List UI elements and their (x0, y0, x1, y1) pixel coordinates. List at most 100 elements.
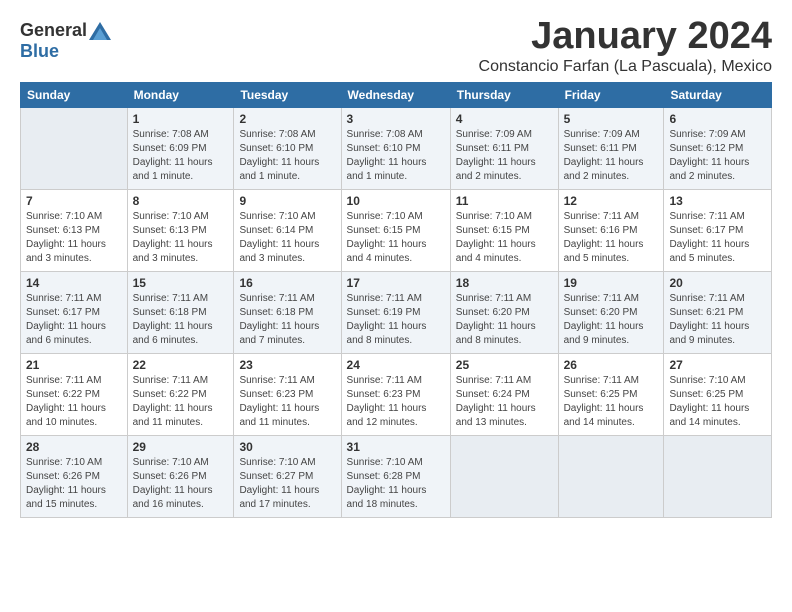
table-cell: 23 Sunrise: 7:11 AMSunset: 6:23 PMDayligh… (234, 353, 341, 435)
table-row: 7 Sunrise: 7:10 AMSunset: 6:13 PMDaylight… (21, 189, 772, 271)
day-info: Sunrise: 7:10 AMSunset: 6:26 PMDaylight:… (26, 456, 122, 512)
day-info: Sunrise: 7:10 AMSunset: 6:28 PMDaylight:… (347, 456, 445, 512)
day-info: Sunrise: 7:11 AMSunset: 6:25 PMDaylight:… (564, 374, 659, 430)
location-title: Constancio Farfan (La Pascuala), Mexico (479, 58, 772, 76)
table-cell: 3 Sunrise: 7:08 AMSunset: 6:10 PMDaylight… (341, 107, 450, 189)
day-number: 6 (669, 112, 766, 126)
day-number: 3 (347, 112, 445, 126)
logo: General Blue (20, 20, 111, 62)
day-info: Sunrise: 7:10 AMSunset: 6:27 PMDaylight:… (239, 456, 335, 512)
day-number: 30 (239, 440, 335, 454)
calendar-page: General Blue January 2024 Constancio Far… (0, 0, 792, 528)
day-number: 25 (456, 358, 553, 372)
table-row: 1 Sunrise: 7:08 AMSunset: 6:09 PMDaylight… (21, 107, 772, 189)
logo-general-text: General (20, 20, 87, 41)
day-info: Sunrise: 7:08 AMSunset: 6:10 PMDaylight:… (239, 128, 335, 184)
table-cell: 7 Sunrise: 7:10 AMSunset: 6:13 PMDaylight… (21, 189, 128, 271)
table-cell: 14 Sunrise: 7:11 AMSunset: 6:17 PMDayligh… (21, 271, 128, 353)
day-number: 26 (564, 358, 659, 372)
col-wednesday: Wednesday (341, 82, 450, 107)
col-monday: Monday (127, 82, 234, 107)
day-number: 21 (26, 358, 122, 372)
table-cell: 10 Sunrise: 7:10 AMSunset: 6:15 PMDayligh… (341, 189, 450, 271)
day-number: 11 (456, 194, 553, 208)
day-number: 13 (669, 194, 766, 208)
day-info: Sunrise: 7:08 AMSunset: 6:10 PMDaylight:… (347, 128, 445, 184)
day-info: Sunrise: 7:11 AMSunset: 6:22 PMDaylight:… (26, 374, 122, 430)
day-number: 14 (26, 276, 122, 290)
day-number: 27 (669, 358, 766, 372)
day-info: Sunrise: 7:10 AMSunset: 6:15 PMDaylight:… (456, 210, 553, 266)
day-number: 1 (133, 112, 229, 126)
day-info: Sunrise: 7:10 AMSunset: 6:14 PMDaylight:… (239, 210, 335, 266)
day-number: 15 (133, 276, 229, 290)
day-number: 2 (239, 112, 335, 126)
table-cell: 9 Sunrise: 7:10 AMSunset: 6:14 PMDaylight… (234, 189, 341, 271)
logo-icon (89, 22, 111, 40)
table-row: 21 Sunrise: 7:11 AMSunset: 6:22 PMDayligh… (21, 353, 772, 435)
table-cell: 26 Sunrise: 7:11 AMSunset: 6:25 PMDayligh… (558, 353, 664, 435)
table-cell: 6 Sunrise: 7:09 AMSunset: 6:12 PMDaylight… (664, 107, 772, 189)
day-info: Sunrise: 7:10 AMSunset: 6:13 PMDaylight:… (26, 210, 122, 266)
day-info: Sunrise: 7:11 AMSunset: 6:18 PMDaylight:… (239, 292, 335, 348)
header: General Blue January 2024 Constancio Far… (20, 16, 772, 76)
table-cell: 17 Sunrise: 7:11 AMSunset: 6:19 PMDayligh… (341, 271, 450, 353)
table-cell (450, 435, 558, 517)
day-info: Sunrise: 7:08 AMSunset: 6:09 PMDaylight:… (133, 128, 229, 184)
table-cell: 11 Sunrise: 7:10 AMSunset: 6:15 PMDayligh… (450, 189, 558, 271)
day-number: 23 (239, 358, 335, 372)
day-info: Sunrise: 7:11 AMSunset: 6:18 PMDaylight:… (133, 292, 229, 348)
col-saturday: Saturday (664, 82, 772, 107)
day-number: 10 (347, 194, 445, 208)
day-number: 22 (133, 358, 229, 372)
table-cell: 24 Sunrise: 7:11 AMSunset: 6:23 PMDayligh… (341, 353, 450, 435)
day-number: 18 (456, 276, 553, 290)
table-row: 14 Sunrise: 7:11 AMSunset: 6:17 PMDayligh… (21, 271, 772, 353)
day-number: 24 (347, 358, 445, 372)
day-info: Sunrise: 7:09 AMSunset: 6:11 PMDaylight:… (456, 128, 553, 184)
day-info: Sunrise: 7:11 AMSunset: 6:24 PMDaylight:… (456, 374, 553, 430)
table-cell: 12Sunrise: 7:11 AMSunset: 6:16 PMDayligh… (558, 189, 664, 271)
table-cell: 22 Sunrise: 7:11 AMSunset: 6:22 PMDayligh… (127, 353, 234, 435)
day-info: Sunrise: 7:10 AMSunset: 6:13 PMDaylight:… (133, 210, 229, 266)
table-cell: 2 Sunrise: 7:08 AMSunset: 6:10 PMDaylight… (234, 107, 341, 189)
day-info: Sunrise: 7:11 AMSunset: 6:23 PMDaylight:… (239, 374, 335, 430)
day-number: 7 (26, 194, 122, 208)
day-info: Sunrise: 7:11 AMSunset: 6:17 PMDaylight:… (669, 210, 766, 266)
day-number: 9 (239, 194, 335, 208)
col-tuesday: Tuesday (234, 82, 341, 107)
col-sunday: Sunday (21, 82, 128, 107)
table-cell: 27Sunrise: 7:10 AMSunset: 6:25 PMDayligh… (664, 353, 772, 435)
day-info: Sunrise: 7:10 AMSunset: 6:15 PMDaylight:… (347, 210, 445, 266)
month-title: January 2024 (479, 16, 772, 58)
table-cell: 15 Sunrise: 7:11 AMSunset: 6:18 PMDayligh… (127, 271, 234, 353)
day-info: Sunrise: 7:11 AMSunset: 6:23 PMDaylight:… (347, 374, 445, 430)
table-cell: 13 Sunrise: 7:11 AMSunset: 6:17 PMDayligh… (664, 189, 772, 271)
day-info: Sunrise: 7:11 AMSunset: 6:20 PMDaylight:… (456, 292, 553, 348)
table-cell (558, 435, 664, 517)
day-info: Sunrise: 7:11 AMSunset: 6:17 PMDaylight:… (26, 292, 122, 348)
day-info: Sunrise: 7:11 AMSunset: 6:20 PMDaylight:… (564, 292, 659, 348)
day-info: Sunrise: 7:11 AMSunset: 6:19 PMDaylight:… (347, 292, 445, 348)
table-cell: 1 Sunrise: 7:08 AMSunset: 6:09 PMDaylight… (127, 107, 234, 189)
calendar-table: Sunday Monday Tuesday Wednesday Thursday… (20, 82, 772, 518)
table-cell: 19Sunrise: 7:11 AMSunset: 6:20 PMDayligh… (558, 271, 664, 353)
day-info: Sunrise: 7:11 AMSunset: 6:22 PMDaylight:… (133, 374, 229, 430)
title-area: January 2024 Constancio Farfan (La Pascu… (479, 16, 772, 76)
table-cell: 20Sunrise: 7:11 AMSunset: 6:21 PMDayligh… (664, 271, 772, 353)
day-number: 29 (133, 440, 229, 454)
day-number: 4 (456, 112, 553, 126)
day-number: 31 (347, 440, 445, 454)
day-info: Sunrise: 7:09 AMSunset: 6:12 PMDaylight:… (669, 128, 766, 184)
day-number: 5 (564, 112, 659, 126)
table-cell: 5Sunrise: 7:09 AMSunset: 6:11 PMDaylight… (558, 107, 664, 189)
table-cell: 30 Sunrise: 7:10 AMSunset: 6:27 PMDayligh… (234, 435, 341, 517)
table-cell: 25 Sunrise: 7:11 AMSunset: 6:24 PMDayligh… (450, 353, 558, 435)
table-cell: 31 Sunrise: 7:10 AMSunset: 6:28 PMDayligh… (341, 435, 450, 517)
day-number: 17 (347, 276, 445, 290)
col-thursday: Thursday (450, 82, 558, 107)
header-row: Sunday Monday Tuesday Wednesday Thursday… (21, 82, 772, 107)
table-cell: 16Sunrise: 7:11 AMSunset: 6:18 PMDayligh… (234, 271, 341, 353)
table-cell: 28 Sunrise: 7:10 AMSunset: 6:26 PMDayligh… (21, 435, 128, 517)
day-number: 28 (26, 440, 122, 454)
